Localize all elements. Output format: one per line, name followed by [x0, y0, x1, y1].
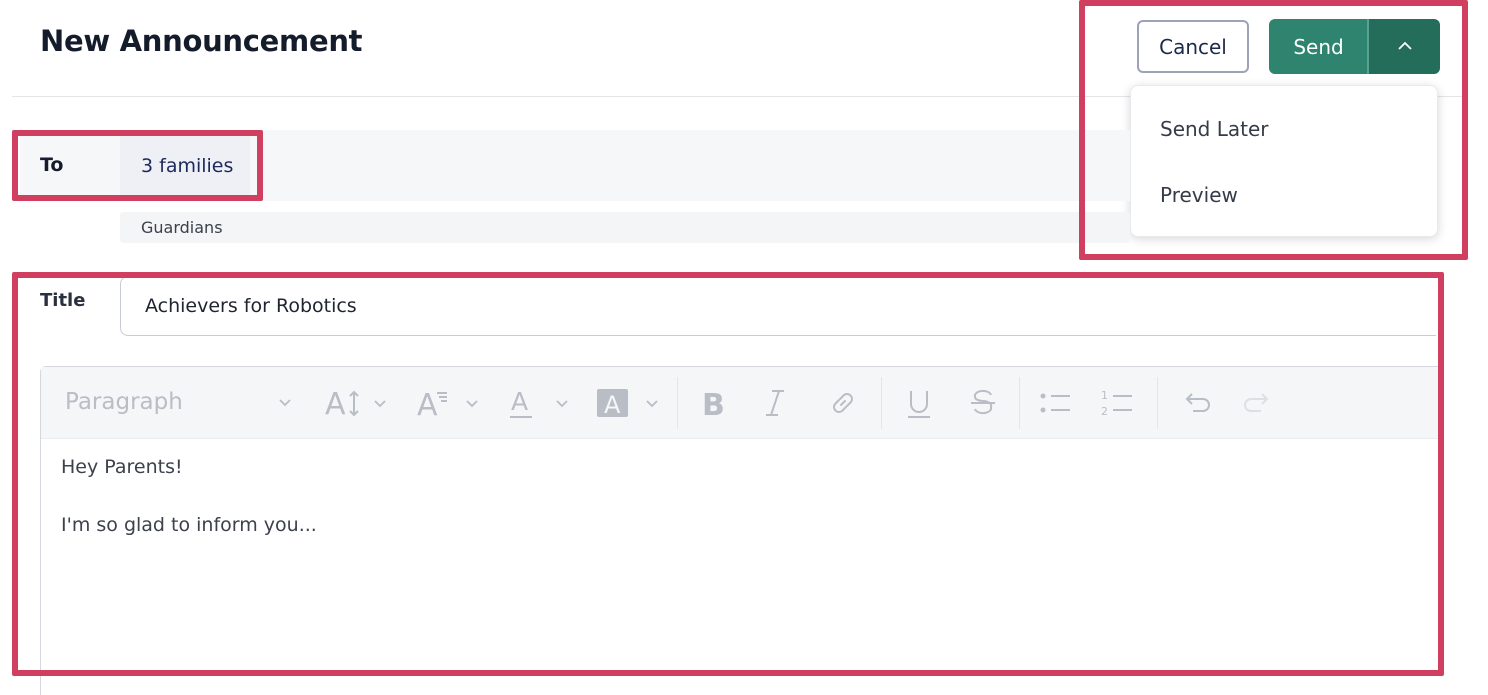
svg-text:A: A — [511, 387, 528, 416]
send-options-menu: Send Later Preview — [1130, 85, 1438, 237]
send-button[interactable]: Send — [1269, 19, 1368, 74]
chevron-up-icon — [1396, 37, 1414, 56]
toolbar-divider — [1157, 377, 1158, 429]
page-title: New Announcement — [40, 24, 363, 58]
editor-text-line: I'm so glad to inform you... — [61, 514, 317, 536]
svg-text:A: A — [325, 387, 346, 421]
toolbar-divider — [677, 377, 678, 429]
redo-icon[interactable] — [1239, 385, 1279, 421]
recipients-selector[interactable]: 3 families — [120, 130, 250, 201]
editor-toolbar: Paragraph A A A A B 1 2 — [41, 367, 1440, 439]
line-height-icon[interactable]: A — [415, 385, 487, 421]
svg-text:2: 2 — [1101, 405, 1108, 418]
highlight-color-icon[interactable]: A — [597, 385, 669, 421]
link-icon[interactable] — [825, 385, 861, 421]
send-options-toggle[interactable] — [1369, 19, 1440, 74]
svg-text:B: B — [702, 388, 725, 421]
numbered-list-icon[interactable]: 1 2 — [1097, 385, 1137, 421]
recipient-group-chip[interactable]: Guardians — [120, 212, 1130, 243]
chevron-down-icon[interactable] — [273, 385, 297, 421]
svg-text:A: A — [604, 391, 621, 419]
menu-item-preview[interactable]: Preview — [1160, 183, 1238, 207]
bullet-list-icon[interactable] — [1035, 385, 1075, 421]
menu-item-send-later[interactable]: Send Later — [1160, 117, 1269, 141]
bold-icon[interactable]: B — [697, 385, 733, 421]
cancel-button[interactable]: Cancel — [1137, 20, 1249, 73]
editor-text-line: Hey Parents! — [61, 456, 183, 478]
strikethrough-icon[interactable] — [963, 385, 1003, 421]
undo-icon[interactable] — [1175, 385, 1215, 421]
format-dropdown[interactable]: Paragraph — [65, 389, 183, 415]
svg-text:1: 1 — [1101, 389, 1108, 402]
svg-text:A: A — [417, 388, 438, 421]
title-label: Title — [40, 290, 86, 311]
to-label: To — [40, 154, 64, 176]
italic-icon[interactable] — [757, 385, 793, 421]
recipients-count: 3 families — [141, 154, 234, 177]
rich-text-editor: Paragraph A A A A B 1 2 Hey Parents! I'm… — [40, 366, 1440, 695]
title-input[interactable] — [120, 276, 1436, 336]
toolbar-divider — [881, 377, 882, 429]
editor-content[interactable]: Hey Parents! I'm so glad to inform you..… — [61, 453, 317, 540]
toolbar-divider — [1019, 377, 1020, 429]
font-color-icon[interactable]: A — [507, 385, 579, 421]
font-size-icon[interactable]: A — [323, 385, 395, 421]
underline-icon[interactable] — [899, 385, 939, 421]
recipient-group-label: Guardians — [141, 218, 223, 237]
